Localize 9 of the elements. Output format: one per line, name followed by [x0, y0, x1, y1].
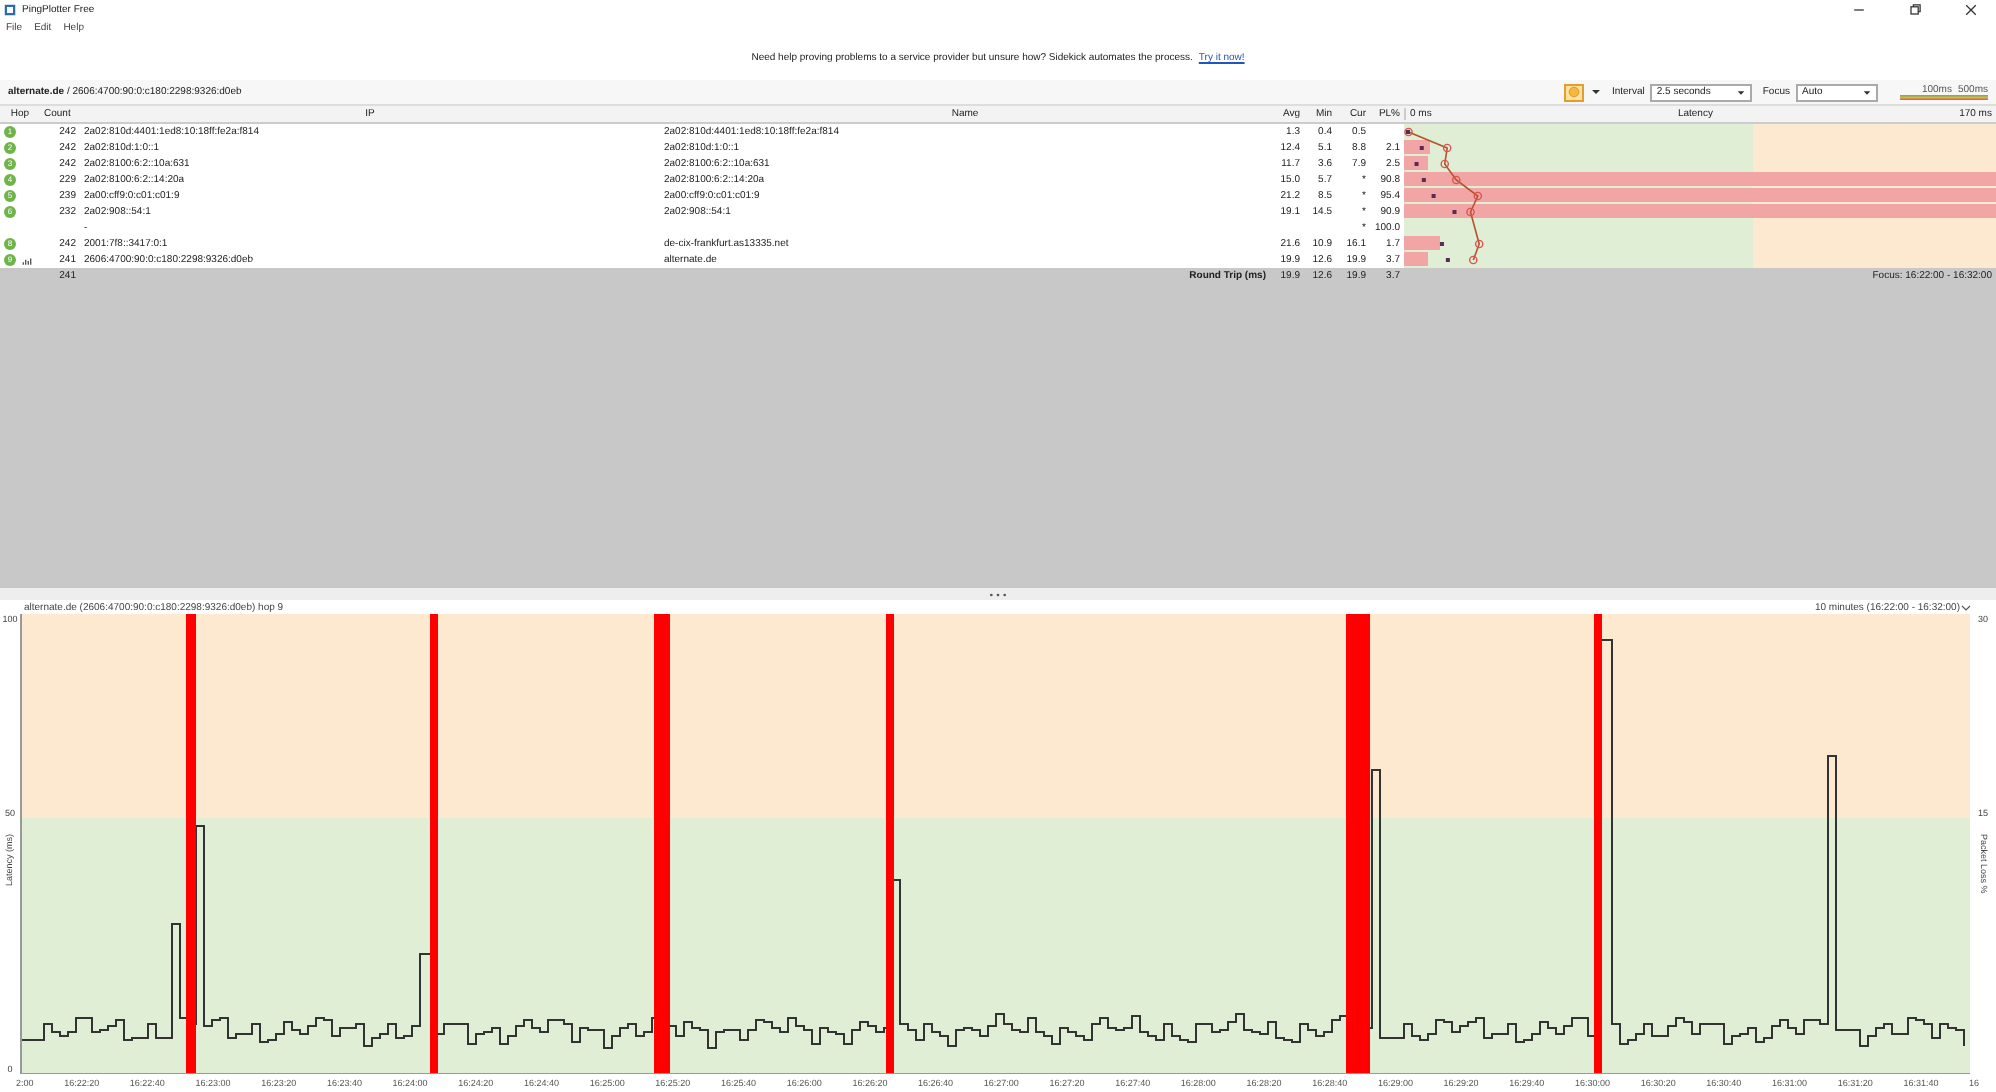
caret-icon — [1862, 87, 1872, 97]
caret-icon[interactable] — [1960, 601, 1972, 613]
smiley-icon — [1567, 86, 1580, 98]
caret-icon — [1736, 87, 1747, 97]
latency-trace-drawing — [1404, 124, 1486, 268]
close-icon[interactable] — [1962, 1, 1980, 17]
caret-icon[interactable] — [1589, 86, 1602, 98]
restore-icon[interactable] — [1906, 1, 1924, 17]
splitter-handle-icon[interactable] — [988, 591, 1008, 597]
